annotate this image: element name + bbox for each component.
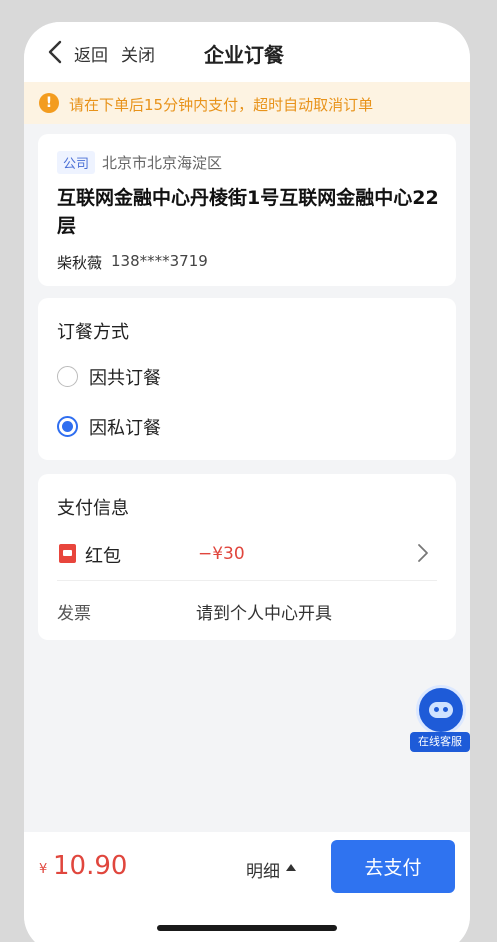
page-title: 企业订餐 [204, 43, 284, 67]
chevron-right-icon[interactable] [416, 542, 430, 564]
total-price: 10.90 [53, 851, 128, 881]
warning-icon: ! [39, 93, 59, 113]
invoice-label: 发票 [57, 604, 91, 624]
address-detail: 互联网金融中心丹棱街1号互联网金融中心22层 [57, 187, 439, 237]
divider [57, 580, 437, 581]
order-method-card: 订餐方式 因共订餐 因私订餐 [38, 298, 456, 460]
address-district: 北京市北京海淀区 [102, 154, 223, 172]
address-card[interactable]: 公司 北京市北京海淀区 互联网金融中心丹棱街1号互联网金融中心22层 柴秋薇 1… [38, 134, 456, 286]
contact-name: 柴秋薇 [57, 254, 103, 272]
currency-symbol: ¥ [39, 862, 48, 877]
close-button[interactable]: 关闭 [121, 41, 155, 66]
home-indicator [157, 925, 337, 931]
caret-up-icon[interactable] [286, 864, 296, 871]
payment-info-card: 支付信息 红包 −¥30 发票 请到个人中心开具 [38, 474, 456, 640]
nav-bar: 返回 关闭 企业订餐 [24, 22, 470, 82]
pay-button[interactable]: 去支付 [331, 840, 455, 893]
chevron-left-icon[interactable] [46, 39, 64, 65]
radio-private-order[interactable] [57, 416, 78, 437]
red-packet-label[interactable]: 红包 [85, 542, 121, 568]
address-tag: 公司 [57, 151, 96, 174]
contact-phone: 138****3719 [111, 252, 208, 270]
radio-public-order[interactable] [57, 366, 78, 387]
order-method-title: 订餐方式 [57, 322, 129, 343]
option-private-label[interactable]: 因私订餐 [89, 414, 161, 440]
service-avatar-icon [416, 685, 466, 735]
payment-info-title: 支付信息 [57, 498, 129, 519]
red-packet-icon [59, 544, 76, 563]
invoice-value: 请到个人中心开具 [196, 604, 332, 624]
phone-screen: 返回 关闭 企业订餐 ! 请在下单后15分钟内支付，超时自动取消订单 公司 北京… [24, 22, 470, 942]
online-service-button[interactable]: 在线客服 [410, 685, 470, 753]
red-packet-value: −¥30 [198, 544, 245, 564]
payment-timeout-notice: ! 请在下单后15分钟内支付，超时自动取消订单 [24, 82, 470, 124]
option-public-label[interactable]: 因共订餐 [89, 364, 161, 390]
service-label: 在线客服 [410, 732, 470, 752]
back-button[interactable]: 返回 [74, 41, 108, 66]
detail-button[interactable]: 明细 [246, 857, 280, 882]
notice-text: 请在下单后15分钟内支付，超时自动取消订单 [69, 96, 374, 114]
